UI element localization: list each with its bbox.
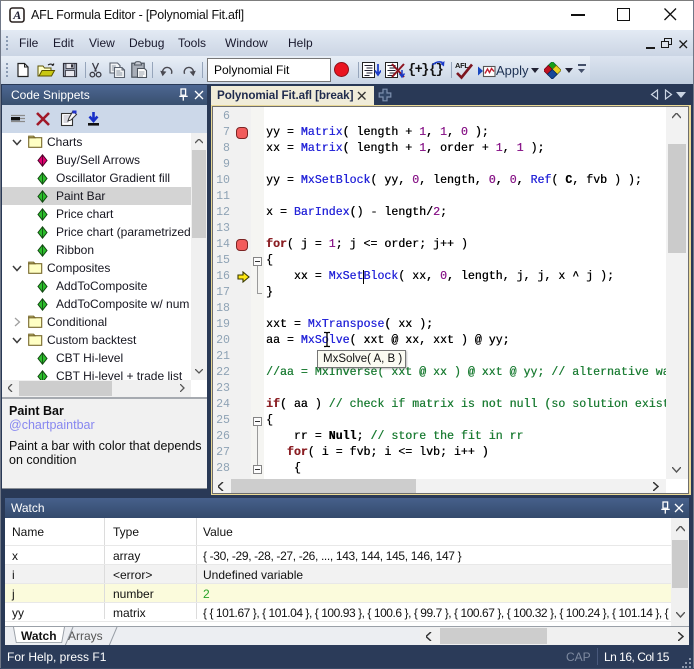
svg-text:A: A <box>12 8 21 22</box>
